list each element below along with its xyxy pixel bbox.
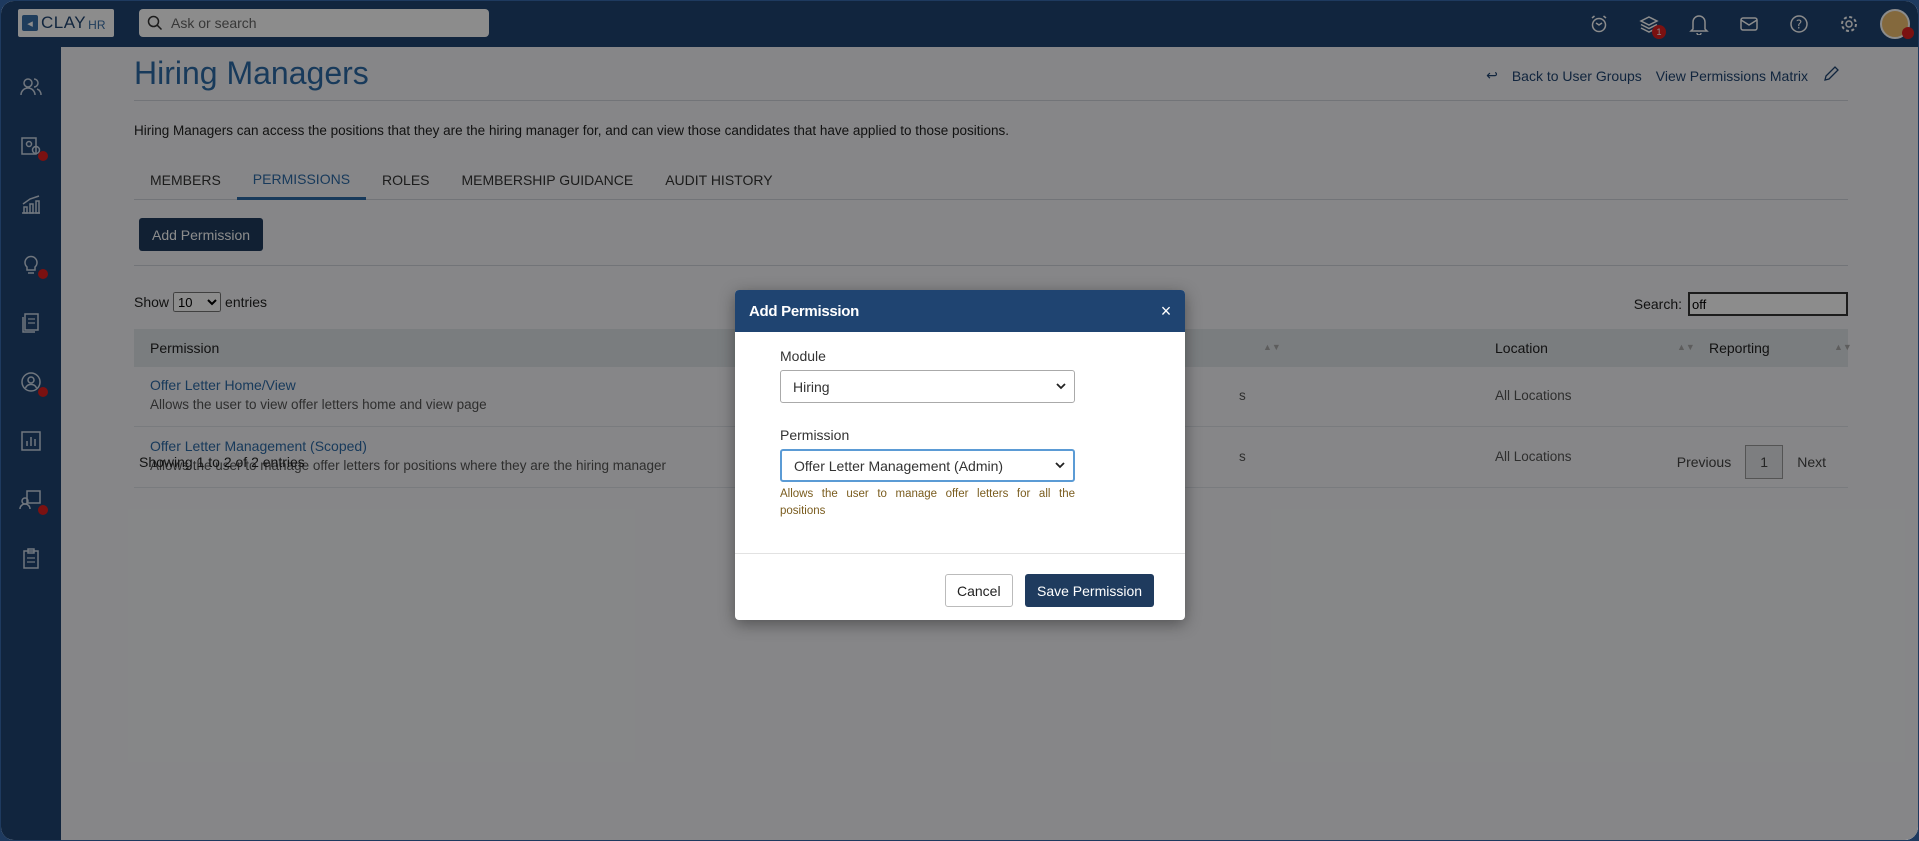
save-permission-button[interactable]: Save Permission [1025,574,1155,607]
chevron-down-icon [1055,462,1065,469]
add-permission-modal: Add Permission × Module Hiring Permissio… [735,290,1185,620]
module-label: Module [780,348,826,364]
permission-hint: Allows the user to manage offer letters … [780,488,1075,517]
cancel-button[interactable]: Cancel [945,574,1013,607]
modal-title: Add Permission [749,302,859,320]
modal-header: Add Permission × [735,290,1185,332]
module-select[interactable]: Hiring [780,370,1075,403]
permission-select[interactable]: Offer Letter Management (Admin) [780,449,1075,482]
modal-footer: Cancel Save Permission [735,553,1185,620]
permission-label: Permission [780,427,850,443]
permission-selected-value: Offer Letter Management (Admin) [794,457,1004,474]
module-selected-value: Hiring [793,378,830,395]
app-window: ◂ CLAY HR 1 ? [0,0,1919,841]
chevron-down-icon [1056,383,1066,390]
close-icon[interactable]: × [1161,301,1172,322]
modal-body: Module Hiring Permission Offer Letter Ma… [780,348,1075,520]
